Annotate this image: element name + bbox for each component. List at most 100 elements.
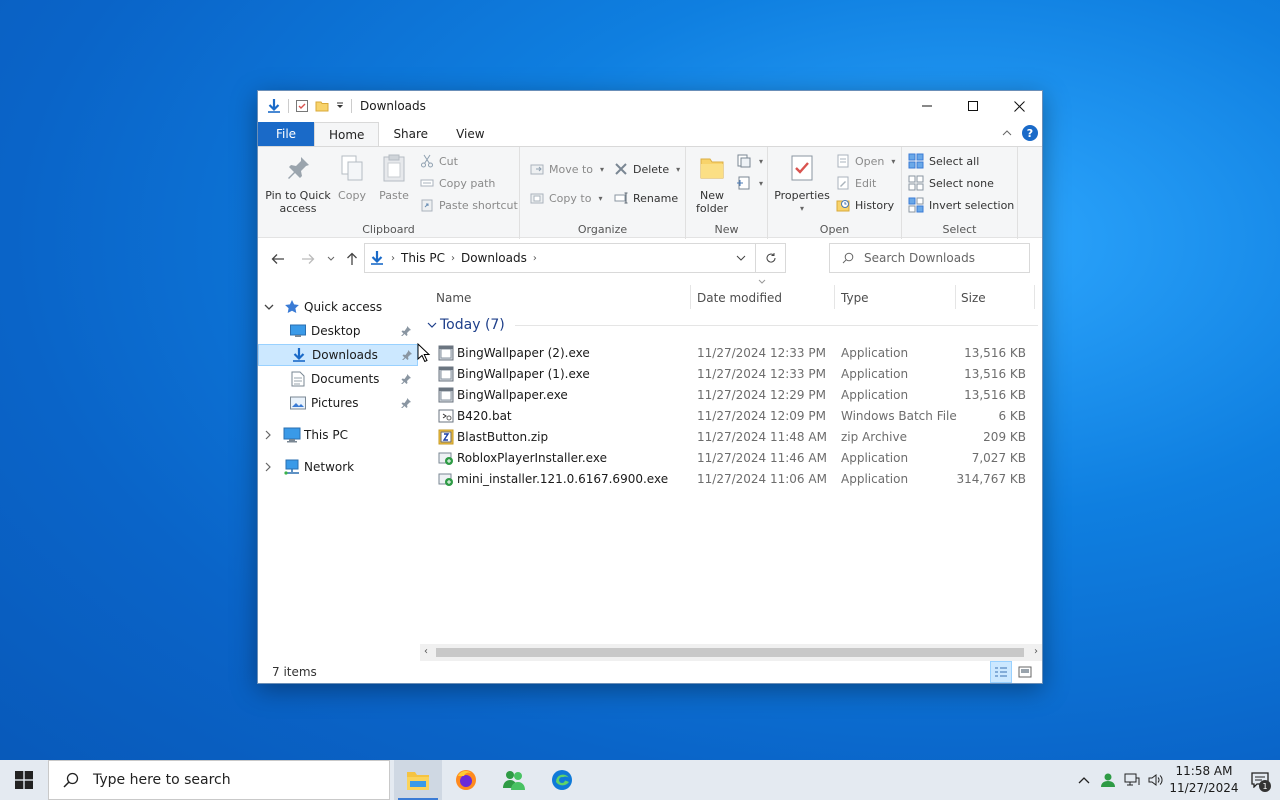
- column-divider[interactable]: [1034, 285, 1035, 309]
- breadcrumb-this-pc[interactable]: This PC: [401, 251, 445, 265]
- pin-icon[interactable]: [402, 350, 412, 360]
- volume-button[interactable]: [1144, 760, 1168, 800]
- file-row[interactable]: mini_installer.121.0.6167.6900.exe 11/27/…: [420, 469, 1038, 490]
- column-header-size[interactable]: Size: [961, 286, 986, 310]
- edit-button[interactable]: Edit: [836, 173, 876, 193]
- search-box[interactable]: Search Downloads: [829, 243, 1030, 273]
- minimize-button[interactable]: [904, 91, 950, 121]
- column-divider[interactable]: [834, 285, 835, 309]
- file-name: B420.bat: [457, 409, 512, 423]
- taskbar-file-explorer[interactable]: [394, 760, 442, 800]
- cut-button[interactable]: Cut: [420, 151, 458, 171]
- history-button[interactable]: History: [836, 195, 894, 215]
- nav-downloads[interactable]: Downloads: [258, 344, 418, 366]
- tab-view[interactable]: View: [442, 122, 498, 146]
- pin-icon[interactable]: [401, 326, 411, 336]
- properties-qat-icon[interactable]: [295, 99, 309, 113]
- tab-share[interactable]: Share: [379, 122, 442, 146]
- show-hidden-icons-button[interactable]: [1072, 760, 1096, 800]
- scroll-right-icon[interactable]: ›: [1034, 646, 1038, 657]
- network-status-button[interactable]: [1120, 760, 1144, 800]
- new-folder-button[interactable]: New folder: [692, 153, 732, 215]
- delete-button[interactable]: Delete ▾: [614, 159, 680, 179]
- forward-button[interactable]: [298, 249, 318, 269]
- help-icon[interactable]: ?: [1022, 125, 1038, 141]
- scroll-left-icon[interactable]: ‹: [424, 646, 428, 657]
- breadcrumb-chevron-icon[interactable]: ›: [451, 253, 455, 264]
- pin-icon[interactable]: [401, 374, 411, 384]
- select-all-button[interactable]: Select all: [908, 151, 979, 171]
- file-row[interactable]: BingWallpaper (1).exe 11/27/2024 12:33 PM…: [420, 364, 1038, 385]
- tab-file[interactable]: File: [258, 122, 314, 146]
- collapse-ribbon-icon[interactable]: [1002, 129, 1012, 137]
- collapse-chevron-icon[interactable]: [264, 303, 274, 311]
- column-divider[interactable]: [690, 285, 691, 309]
- recent-locations-button[interactable]: [321, 249, 341, 269]
- clock-time: 11:58 AM: [1175, 764, 1233, 778]
- file-date-modified: 11/27/2024 12:09 PM: [697, 409, 826, 423]
- large-icons-view-button[interactable]: [1014, 661, 1036, 683]
- breadcrumb-downloads[interactable]: Downloads: [461, 251, 527, 265]
- file-row[interactable]: B420.bat 11/27/2024 12:09 PM Windows Batch…: [420, 406, 1038, 427]
- column-header-date-modified[interactable]: Date modified: [697, 286, 782, 310]
- breadcrumb-chevron-icon[interactable]: ›: [391, 253, 395, 264]
- nav-documents[interactable]: Documents: [258, 368, 418, 390]
- new-folder-label-2: folder: [696, 202, 728, 215]
- select-none-button[interactable]: Select none: [908, 173, 994, 193]
- scrollbar-thumb[interactable]: [436, 648, 1024, 657]
- rename-button[interactable]: Rename: [614, 188, 678, 208]
- copy-path-button[interactable]: Copy path: [420, 173, 495, 193]
- qat-dropdown-icon[interactable]: [335, 101, 345, 111]
- easy-access-button[interactable]: ▾: [736, 173, 763, 193]
- group-header-today[interactable]: Today (7): [424, 315, 1038, 335]
- file-row[interactable]: BlastButton.zip 11/27/2024 11:48 AM zip Ar…: [420, 427, 1038, 448]
- new-folder-qat-icon[interactable]: [315, 99, 329, 113]
- start-button[interactable]: [0, 760, 48, 800]
- select-all-label: Select all: [929, 154, 980, 168]
- expand-chevron-icon[interactable]: [264, 430, 274, 440]
- group-collapse-chevron-icon[interactable]: [427, 321, 437, 329]
- nav-network[interactable]: Network: [258, 456, 418, 478]
- paste-button[interactable]: Paste: [376, 153, 412, 202]
- tray-people-button[interactable]: [1096, 760, 1120, 800]
- column-divider[interactable]: [955, 285, 956, 309]
- move-to-button[interactable]: Move to ▾: [530, 159, 604, 179]
- breadcrumb-chevron-icon[interactable]: ›: [533, 253, 537, 264]
- properties-button[interactable]: Properties ▾: [774, 153, 830, 215]
- close-button[interactable]: [996, 91, 1042, 121]
- nav-quick-access[interactable]: Quick access: [258, 296, 418, 318]
- tab-home[interactable]: Home: [314, 122, 380, 146]
- paste-shortcut-button[interactable]: Paste shortcut: [420, 195, 518, 215]
- file-row[interactable]: BingWallpaper.exe 11/27/2024 12:29 PM Appl…: [420, 385, 1038, 406]
- taskbar-clock[interactable]: 11:58 AM 11/27/2024: [1168, 763, 1240, 797]
- maximize-button[interactable]: [950, 91, 996, 121]
- copy-to-button[interactable]: Copy to ▾: [530, 188, 602, 208]
- refresh-button[interactable]: [755, 244, 785, 272]
- expand-chevron-icon[interactable]: [264, 462, 274, 472]
- taskbar-edge[interactable]: [538, 760, 586, 800]
- invert-selection-button[interactable]: Invert selection: [908, 195, 1014, 215]
- action-center-button[interactable]: 1: [1240, 760, 1280, 800]
- address-dropdown-button[interactable]: [727, 244, 755, 272]
- pin-to-quick-access-button[interactable]: Pin to Quick access: [264, 153, 332, 215]
- address-bar[interactable]: › This PC › Downloads ›: [364, 243, 786, 273]
- nav-this-pc[interactable]: This PC: [258, 424, 418, 446]
- file-type: Application: [841, 472, 909, 486]
- open-button[interactable]: Open ▾: [836, 151, 895, 171]
- nav-pictures[interactable]: Pictures: [258, 392, 418, 414]
- column-header-name[interactable]: Name: [436, 286, 471, 310]
- new-item-button[interactable]: ▾: [736, 151, 763, 171]
- taskbar-people-app[interactable]: [490, 760, 538, 800]
- taskbar-search-box[interactable]: Type here to search: [48, 760, 390, 800]
- back-button[interactable]: [268, 249, 288, 269]
- pin-icon[interactable]: [401, 398, 411, 408]
- nav-desktop[interactable]: Desktop: [258, 320, 418, 342]
- file-row[interactable]: RobloxPlayerInstaller.exe 11/27/2024 11:4…: [420, 448, 1038, 469]
- copy-button[interactable]: Copy: [334, 153, 370, 202]
- taskbar-firefox[interactable]: [442, 760, 490, 800]
- horizontal-scrollbar[interactable]: ‹ ›: [420, 644, 1042, 661]
- file-row[interactable]: BingWallpaper (2).exe 11/27/2024 12:33 PM…: [420, 343, 1038, 364]
- up-button[interactable]: [342, 249, 362, 269]
- details-view-button[interactable]: [990, 661, 1012, 683]
- column-header-type[interactable]: Type: [841, 286, 869, 310]
